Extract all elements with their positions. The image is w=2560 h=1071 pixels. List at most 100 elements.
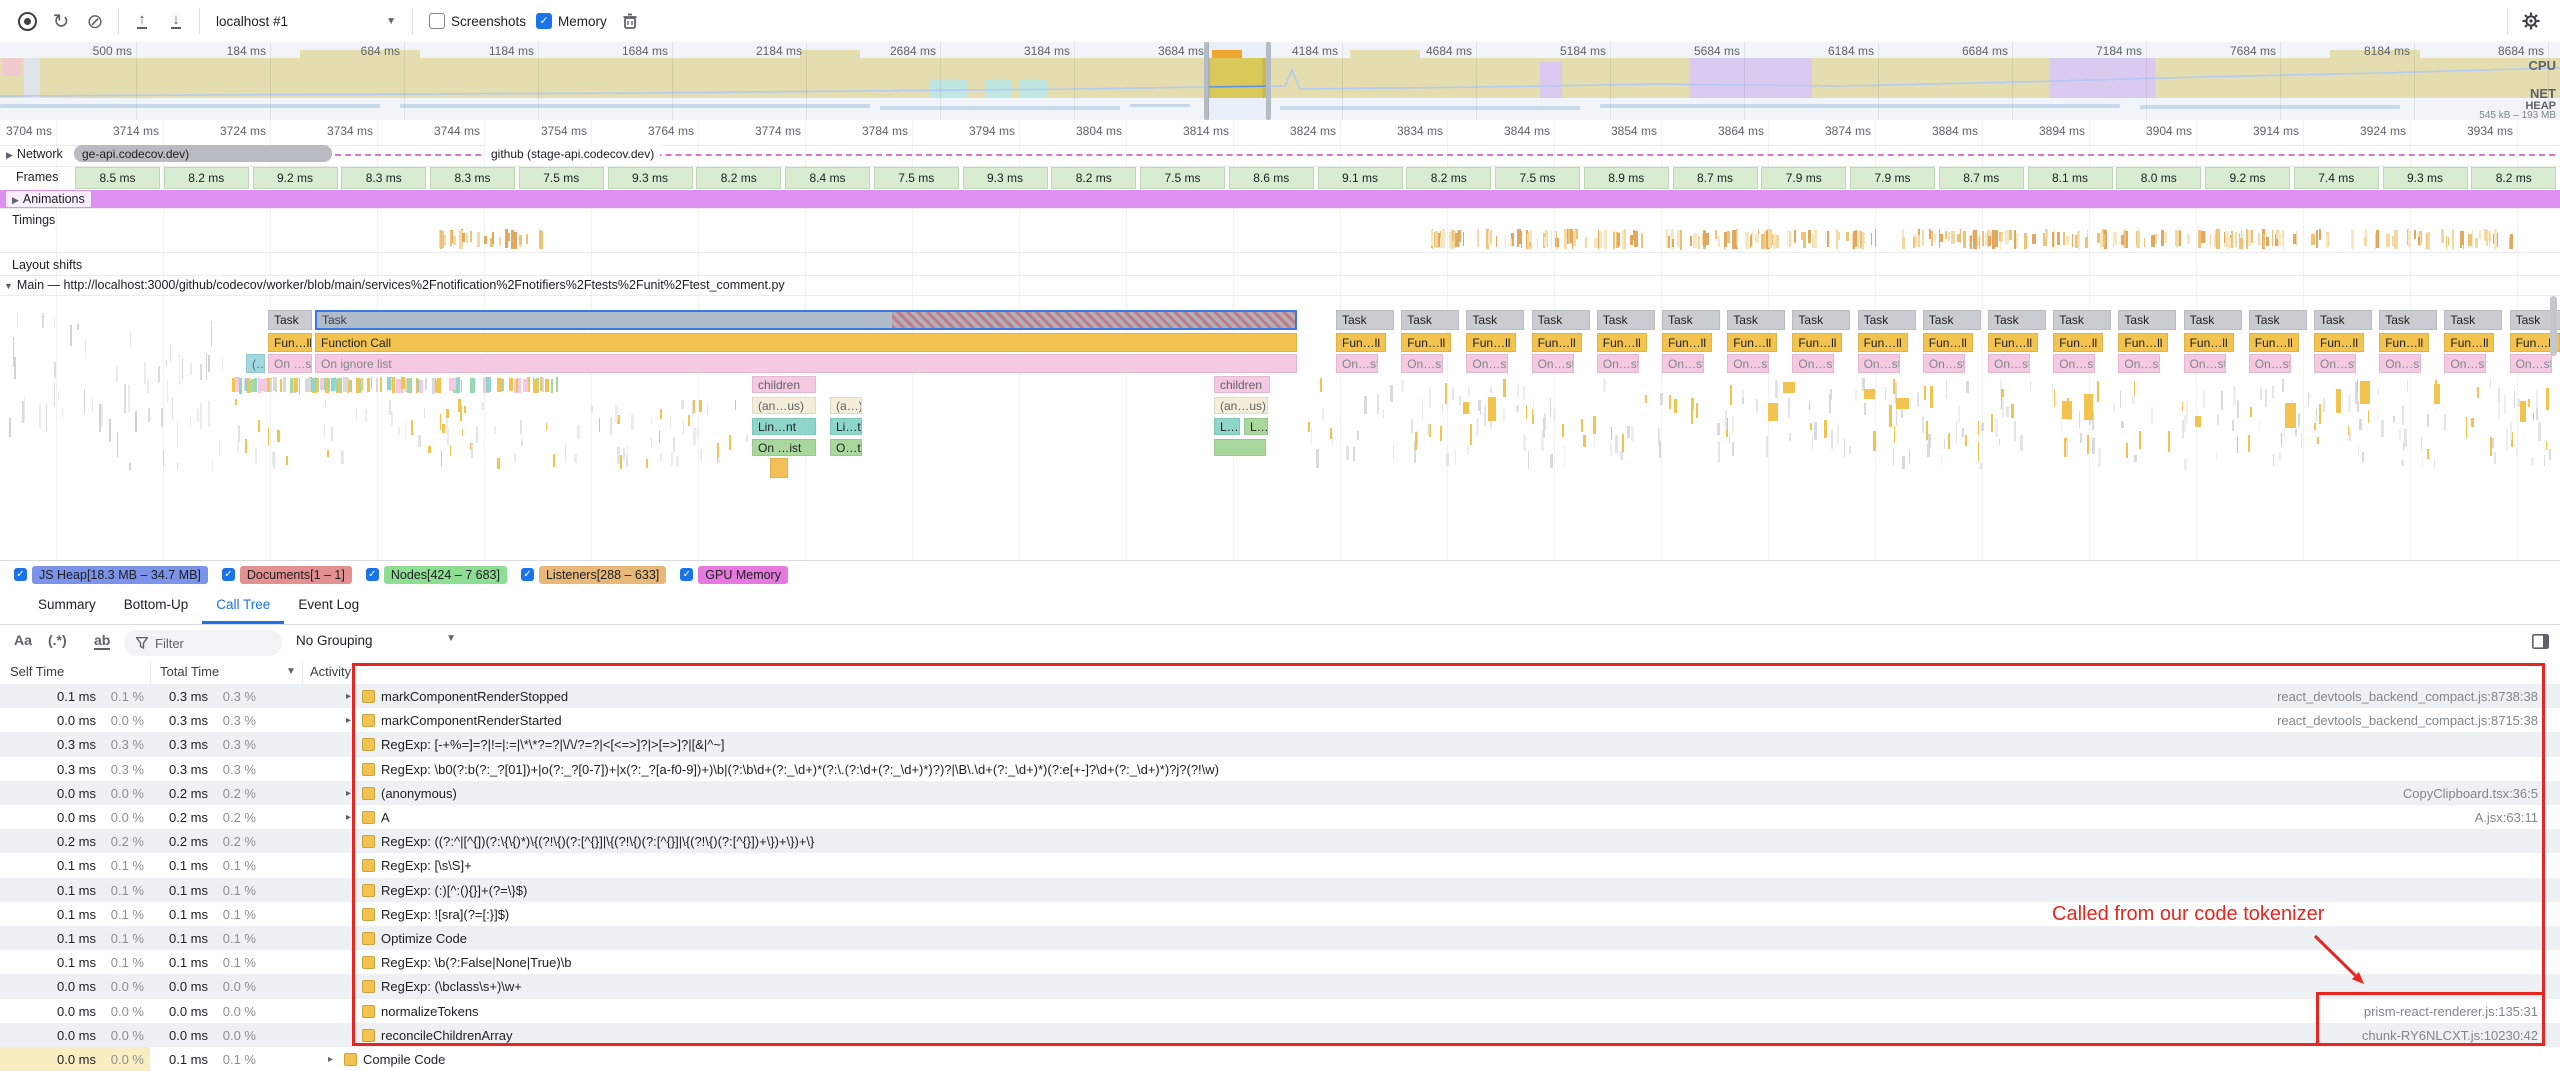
flame-bar[interactable]: Function Call [315, 333, 1297, 352]
flame-bar[interactable]: (an…us) [1214, 397, 1268, 414]
flame-bar-function-call[interactable]: Fun…ll [2379, 333, 2429, 352]
regex-button[interactable]: (.*) [48, 632, 67, 648]
flame-bar-function-call[interactable]: Fun…ll [2053, 333, 2103, 352]
frame-cell[interactable]: 8.4 ms [785, 167, 870, 189]
table-row[interactable]: 0.1 ms0.1 %0.1 ms0.1 %RegExp: [\s\S]+ [0, 853, 2560, 878]
frames-track-label[interactable]: Frames [10, 169, 64, 185]
flame-bar-ignore-list[interactable]: On…st [1597, 354, 1639, 373]
counter-checkbox[interactable]: ✓ [366, 568, 379, 581]
flame-bar-ignore-list[interactable]: On…st [1336, 354, 1378, 373]
frame-cell[interactable]: 8.2 ms [1406, 167, 1491, 189]
table-row[interactable]: 0.1 ms0.1 %0.3 ms0.3 %▸markComponentRend… [0, 684, 2560, 709]
flame-bar-ignore-list[interactable]: On…st [1858, 354, 1900, 373]
flame-bar-task[interactable]: Task [2444, 310, 2502, 330]
frame-cell[interactable]: 8.7 ms [1673, 167, 1758, 189]
flame-bar[interactable] [770, 458, 788, 478]
flame-bar[interactable]: L…t [1244, 418, 1268, 435]
flame-bar-task[interactable]: Task [2314, 310, 2372, 330]
table-row[interactable]: 0.3 ms0.3 %0.3 ms0.3 %RegExp: \b0(?:b(?:… [0, 757, 2560, 782]
flame-scrollbar[interactable] [2550, 296, 2557, 356]
expand-arrow-icon[interactable]: ▸ [346, 788, 351, 799]
flame-bar-task[interactable]: Task [2118, 310, 2176, 330]
flame-bar-task[interactable]: Task [2184, 310, 2242, 330]
counter-checkbox[interactable]: ✓ [521, 568, 534, 581]
counter-toggle[interactable]: ✓Documents[1 – 1] [222, 566, 352, 584]
flame-bar-function-call[interactable]: Fun…ll [2184, 333, 2234, 352]
tab-call-tree[interactable]: Call Tree [202, 587, 284, 624]
flame-bar-function-call[interactable]: Fun…ll [1466, 333, 1516, 352]
expand-arrow-icon[interactable]: ▸ [346, 812, 351, 823]
main-thread-track-label[interactable]: ▼Main — http://localhost:3000/github/cod… [4, 278, 785, 292]
table-row[interactable]: 0.1 ms0.1 %0.1 ms0.1 %Optimize Code [0, 926, 2560, 951]
frame-cell[interactable]: 7.5 ms [874, 167, 959, 189]
frame-cell[interactable]: 9.1 ms [1318, 167, 1403, 189]
frame-cell[interactable]: 9.2 ms [253, 167, 338, 189]
flame-bar-function-call[interactable]: Fun…ll [2249, 333, 2299, 352]
table-row[interactable]: 0.1 ms0.1 %0.1 ms0.1 %RegExp: \b(?:False… [0, 950, 2560, 975]
flame-bar-ignore-list[interactable]: On…st [2249, 354, 2291, 373]
frame-cell[interactable]: 8.7 ms [1939, 167, 2024, 189]
frame-cell[interactable]: 8.5 ms [75, 167, 160, 189]
frame-cell[interactable]: 8.1 ms [2028, 167, 2113, 189]
flame-bar-task[interactable]: Task [2379, 310, 2437, 330]
flame-bar-function-call[interactable]: Fun…ll [1923, 333, 1973, 352]
expand-arrow-icon[interactable]: ▸ [346, 691, 351, 702]
counter-checkbox[interactable]: ✓ [222, 568, 235, 581]
counter-toggle[interactable]: ✓Listeners[288 – 633] [521, 566, 666, 584]
layout-shifts-track-label[interactable]: Layout shifts [12, 258, 82, 272]
flame-bar-task[interactable]: Task [1988, 310, 2046, 330]
frame-cell[interactable]: 8.2 ms [1051, 167, 1136, 189]
flame-bar-function-call[interactable]: Fun…ll [1401, 333, 1451, 352]
frame-cell[interactable]: 9.3 ms [608, 167, 693, 189]
flame-bar-task[interactable]: Task [1532, 310, 1590, 330]
counter-checkbox[interactable]: ✓ [680, 568, 693, 581]
flame-bar-task[interactable]: Task [1336, 310, 1394, 330]
flame-bar-task[interactable]: Task [1662, 310, 1720, 330]
flame-bar-function-call[interactable]: Fun…ll [1792, 333, 1842, 352]
flame-bar-function-call[interactable]: Fun…ll [2444, 333, 2494, 352]
source-location-link[interactable]: prism-react-renderer.js:135:31 [2364, 1004, 2538, 1019]
expand-arrow-icon[interactable]: ▸ [346, 715, 351, 726]
flame-bar-function-call[interactable]: Fun…ll [1858, 333, 1908, 352]
flame-bar-task[interactable]: Task [1466, 310, 1524, 330]
counter-toggle[interactable]: ✓GPU Memory [680, 566, 788, 584]
frame-cell[interactable]: 8.2 ms [164, 167, 249, 189]
filter-input[interactable]: Filter [124, 630, 282, 656]
table-row[interactable]: 0.0 ms0.0 %0.2 ms0.2 %▸(anonymous)CopyCl… [0, 781, 2560, 806]
flame-bar-ignore-list[interactable]: On…st [2314, 354, 2356, 373]
flame-bar-task[interactable]: Task [1597, 310, 1655, 330]
flame-bar[interactable]: Task [315, 310, 1297, 330]
frame-cell[interactable]: 8.2 ms [2471, 167, 2556, 189]
frame-cell[interactable]: 8.0 ms [2116, 167, 2201, 189]
table-row[interactable]: 0.0 ms0.0 %0.1 ms0.1 %▸Compile Code [0, 1047, 2560, 1071]
tab-event-log[interactable]: Event Log [284, 587, 373, 624]
expand-arrow-icon[interactable]: ▸ [328, 1054, 333, 1065]
flame-bar-ignore-list[interactable]: On…st [1532, 354, 1574, 373]
counter-checkbox[interactable]: ✓ [14, 568, 27, 581]
self-time-header[interactable]: Self Time [10, 664, 64, 679]
frame-cell[interactable]: 8.9 ms [1584, 167, 1669, 189]
table-row[interactable]: 0.3 ms0.3 %0.3 ms0.3 %RegExp: [-+%=]=?|!… [0, 732, 2560, 757]
frame-cell[interactable]: 9.3 ms [963, 167, 1048, 189]
flame-bar-ignore-list[interactable]: On…st [2379, 354, 2421, 373]
flame-bar[interactable]: On ignore list [315, 354, 1297, 373]
flame-bar-function-call[interactable]: Fun…ll [1662, 333, 1712, 352]
flame-bar-ignore-list[interactable]: On…st [2510, 354, 2552, 373]
flame-bar-task[interactable]: Task [1792, 310, 1850, 330]
flame-bar-task[interactable]: Task [1401, 310, 1459, 330]
frame-cell[interactable]: 7.5 ms [1495, 167, 1580, 189]
frame-cell[interactable]: 7.9 ms [1850, 167, 1935, 189]
flame-bar-ignore-list[interactable]: On…st [2184, 354, 2226, 373]
counter-toggle[interactable]: ✓Nodes[424 – 7 683] [366, 566, 507, 584]
frame-cell[interactable]: 8.3 ms [341, 167, 426, 189]
flame-bar[interactable]: (an…us) [752, 397, 816, 414]
frame-cell[interactable]: 7.4 ms [2294, 167, 2379, 189]
table-row[interactable]: 0.0 ms0.0 %0.3 ms0.3 %▸markComponentRend… [0, 708, 2560, 733]
flame-bar[interactable]: (… [246, 354, 265, 373]
flame-bar[interactable]: Task [268, 310, 312, 330]
flame-bar[interactable]: O…t [830, 439, 862, 456]
flame-bar[interactable]: (a…) [830, 397, 862, 414]
flame-bar-task[interactable]: Task [2053, 310, 2111, 330]
flame-bar-task[interactable]: Task [1858, 310, 1916, 330]
frame-cell[interactable]: 8.3 ms [430, 167, 515, 189]
